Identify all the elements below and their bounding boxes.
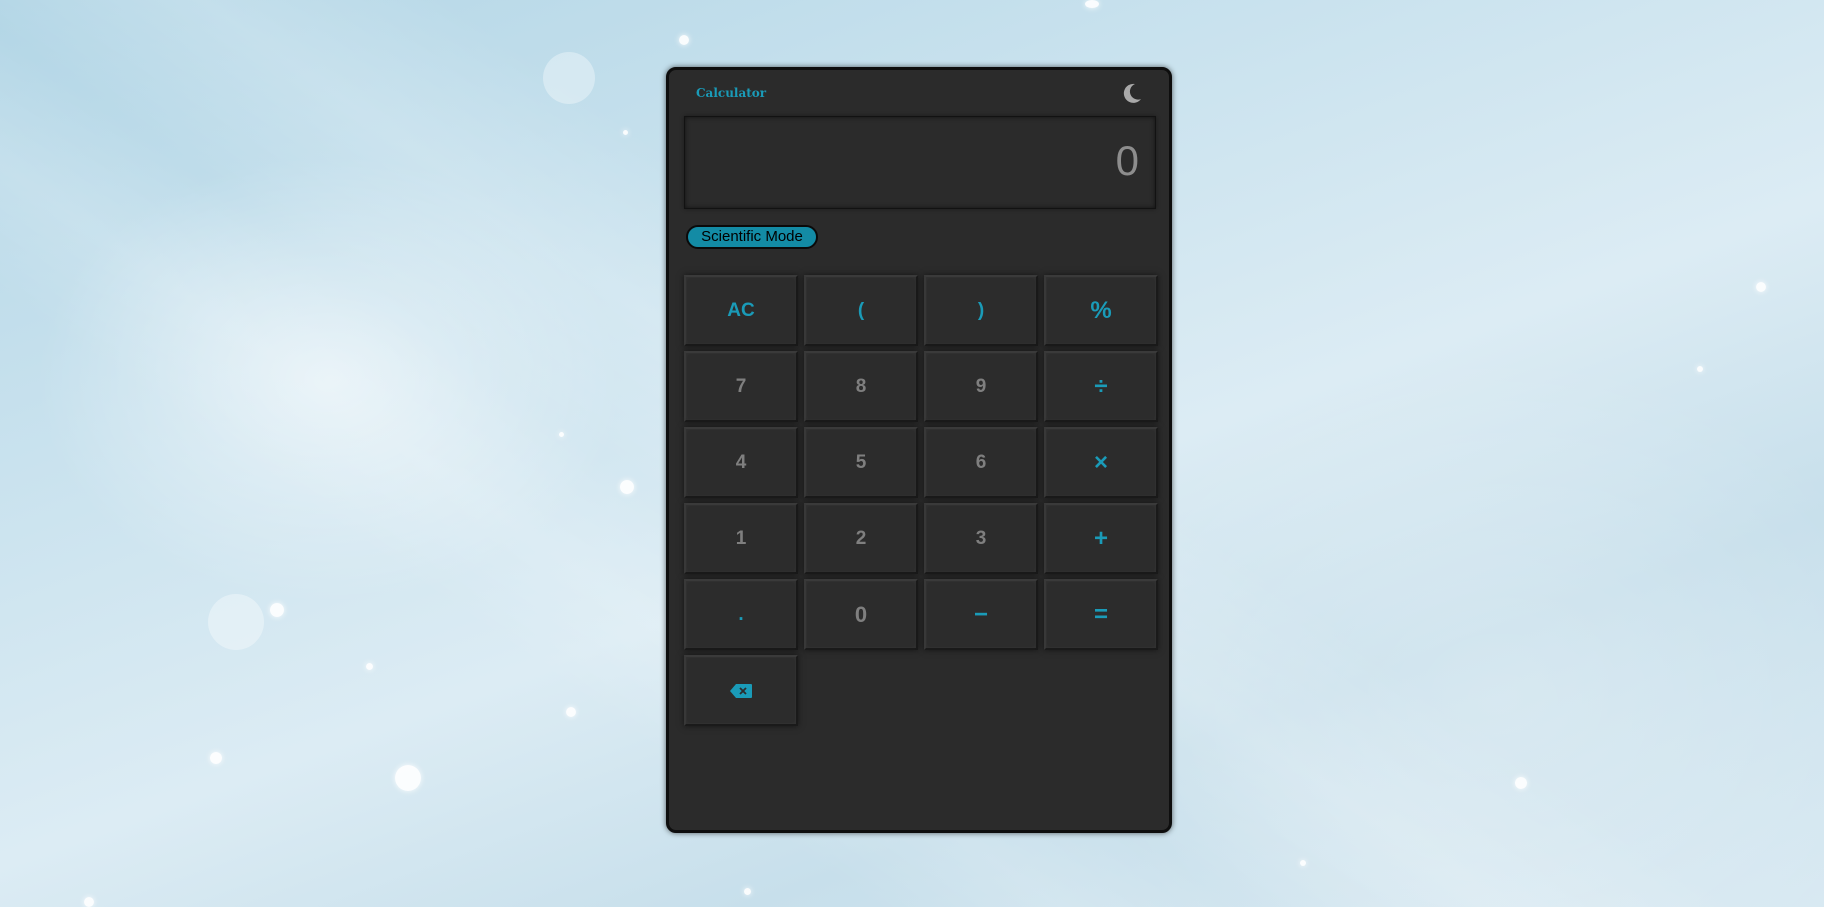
background-sparkle xyxy=(366,663,373,670)
background-sparkle xyxy=(1085,0,1099,8)
background-sparkle xyxy=(210,752,222,764)
background-sparkle xyxy=(270,603,284,617)
multiply-button[interactable]: × xyxy=(1044,427,1158,498)
digit-0-button[interactable]: 0 xyxy=(804,579,918,650)
digit-7-button[interactable]: 7 xyxy=(684,351,798,422)
moon-icon[interactable] xyxy=(1121,82,1143,104)
display-value: 0 xyxy=(1115,137,1139,184)
decimal-button[interactable]: . xyxy=(684,579,798,650)
background-sparkle xyxy=(395,765,421,791)
digit-6-button[interactable]: 6 xyxy=(924,427,1038,498)
digit-4-button[interactable]: 4 xyxy=(684,427,798,498)
digit-8-button[interactable]: 8 xyxy=(804,351,918,422)
equals-button[interactable]: = xyxy=(1044,579,1158,650)
background-sparkle xyxy=(566,707,576,717)
digit-5-button[interactable]: 5 xyxy=(804,427,918,498)
background-sparkle xyxy=(679,35,689,45)
backspace-icon xyxy=(729,683,753,699)
background-sparkle xyxy=(623,130,628,135)
open-paren-button[interactable]: ( xyxy=(804,275,918,346)
digit-2-button[interactable]: 2 xyxy=(804,503,918,574)
app-title: Calculator xyxy=(696,86,767,100)
background-bubble xyxy=(208,594,264,650)
background-sparkle xyxy=(1697,366,1703,372)
background-sparkle xyxy=(744,888,751,895)
background-sparkle xyxy=(559,432,564,437)
minus-button[interactable]: − xyxy=(924,579,1038,650)
plus-button[interactable]: + xyxy=(1044,503,1158,574)
calculator-panel: Calculator 0 Scientific Mode AC ( ) % 7 … xyxy=(666,67,1172,833)
scientific-mode-button[interactable]: Scientific Mode xyxy=(686,225,818,249)
divide-button[interactable]: ÷ xyxy=(1044,351,1158,422)
backspace-button[interactable] xyxy=(684,655,798,726)
clear-all-button[interactable]: AC xyxy=(684,275,798,346)
background-sparkle xyxy=(84,897,94,907)
background-sparkle xyxy=(1756,282,1766,292)
background-sparkle xyxy=(620,480,634,494)
percent-button[interactable]: % xyxy=(1044,275,1158,346)
digit-9-button[interactable]: 9 xyxy=(924,351,1038,422)
digit-1-button[interactable]: 1 xyxy=(684,503,798,574)
background-sparkle xyxy=(1515,777,1527,789)
close-paren-button[interactable]: ) xyxy=(924,275,1038,346)
display-screen: 0 xyxy=(684,116,1156,209)
background-sparkle xyxy=(1300,860,1306,866)
background-bubble xyxy=(543,52,595,104)
digit-3-button[interactable]: 3 xyxy=(924,503,1038,574)
